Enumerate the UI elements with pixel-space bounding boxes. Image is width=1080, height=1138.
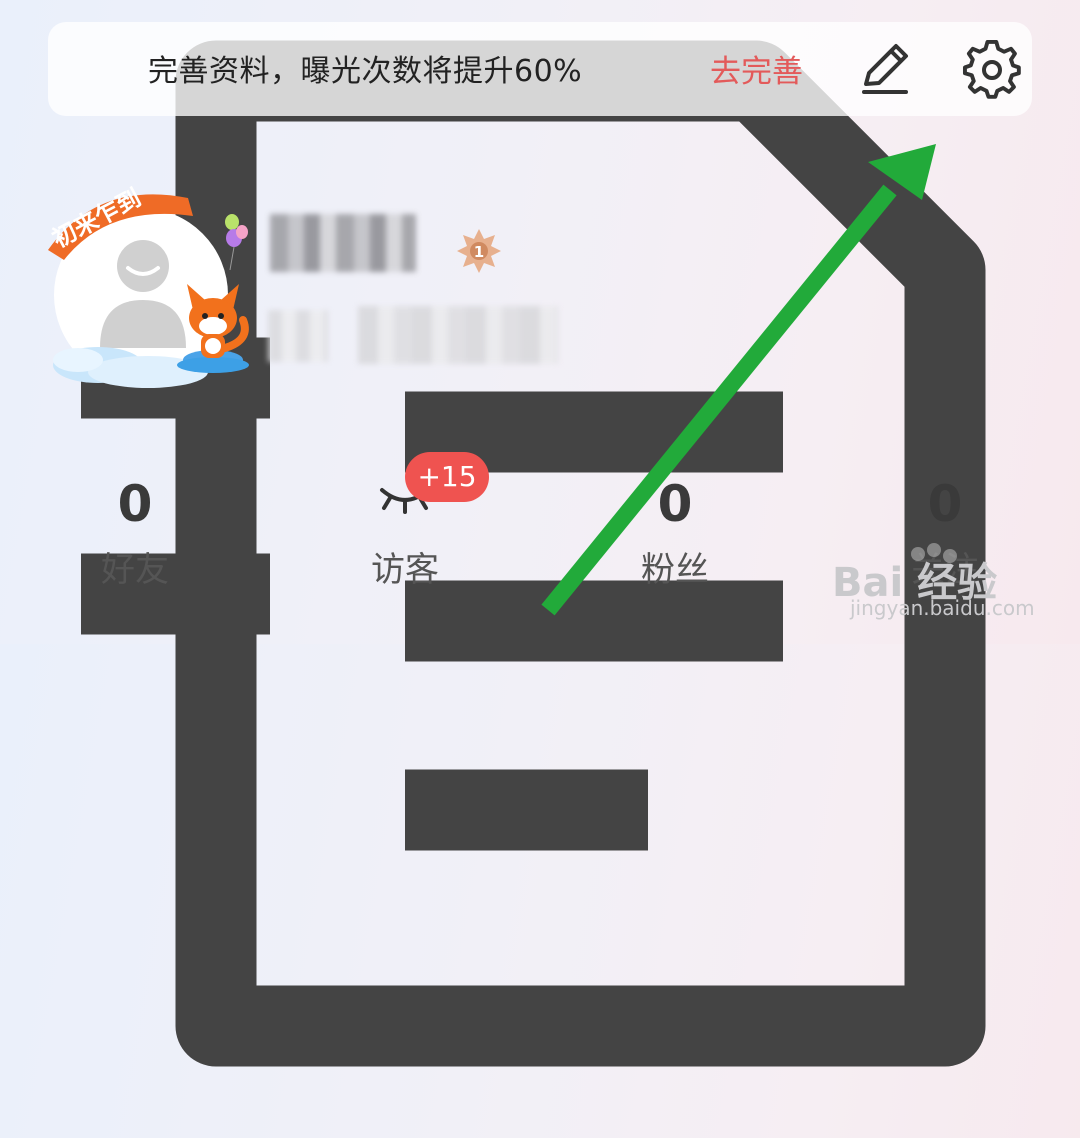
friends-count: 0 bbox=[117, 475, 153, 533]
avatar[interactable]: 初来乍到 bbox=[38, 180, 258, 390]
stat-friends[interactable]: 0 好友 bbox=[65, 476, 205, 590]
following-count: 0 bbox=[927, 475, 963, 533]
balloons-icon bbox=[225, 214, 248, 270]
gear-icon[interactable] bbox=[962, 40, 1022, 100]
stat-fans[interactable]: 0 粉丝 bbox=[605, 476, 745, 590]
avatar-badge-text: 初来乍到 bbox=[48, 184, 146, 254]
edit-pencil-icon[interactable] bbox=[856, 40, 914, 98]
complete-profile-link[interactable]: 去完善 bbox=[710, 52, 803, 92]
info-blurred-1 bbox=[268, 310, 328, 362]
friends-label: 好友 bbox=[101, 550, 169, 590]
banner-text: 完善资料，曝光次数将提升60% bbox=[148, 54, 583, 89]
username-blurred bbox=[270, 214, 416, 272]
level-number: 1 bbox=[474, 243, 484, 261]
fox-mascot-icon bbox=[177, 284, 249, 373]
visitor-count-badge: +15 bbox=[405, 452, 489, 502]
level-badge: 1 bbox=[457, 229, 501, 273]
visitors-label: 访客 bbox=[371, 550, 439, 590]
info-blurred-2 bbox=[358, 306, 558, 364]
fans-label: 粉丝 bbox=[641, 550, 709, 590]
fans-count: 0 bbox=[657, 475, 693, 533]
watermark-url: jingyan.baidu.com bbox=[850, 596, 1035, 620]
